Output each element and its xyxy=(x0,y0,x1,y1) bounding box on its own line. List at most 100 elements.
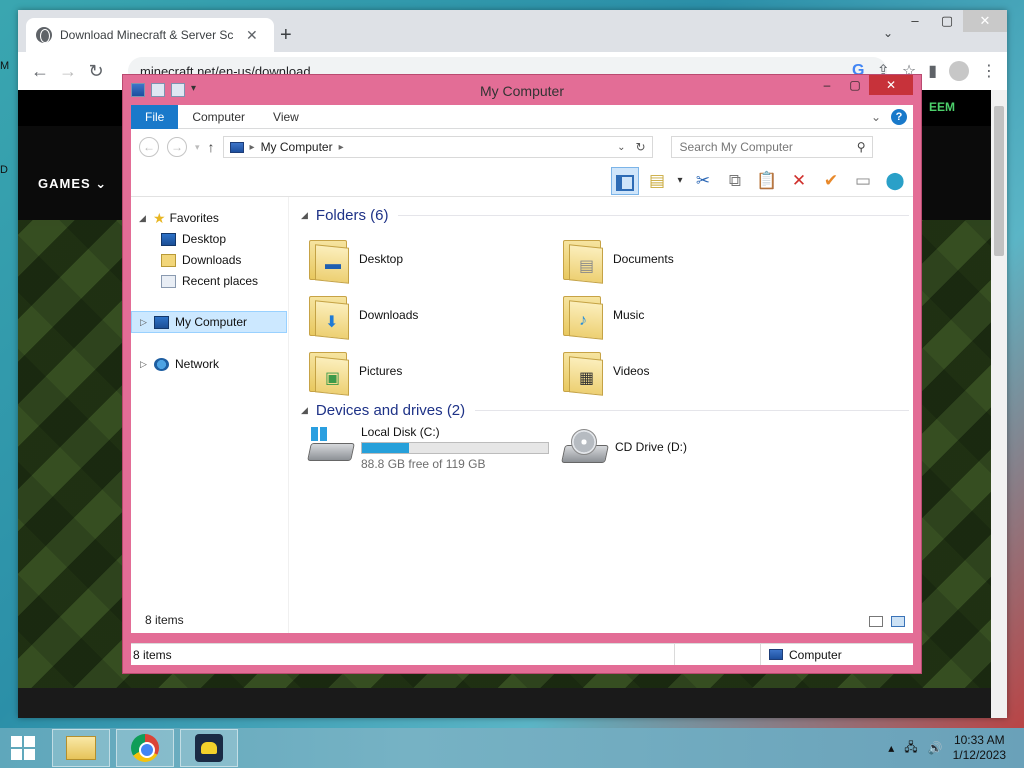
folders-header-label: Folders (6) xyxy=(315,207,389,224)
recent-places-icon xyxy=(161,274,176,288)
breadcrumb-my-computer[interactable]: My Computer xyxy=(261,140,333,154)
folder-videos[interactable]: ▦ Videos xyxy=(561,343,649,399)
computer-icon xyxy=(769,649,783,660)
details-view-icon[interactable] xyxy=(869,616,883,627)
clock[interactable]: 10:33 AM 1/12/2023 xyxy=(953,733,1006,763)
start-button[interactable] xyxy=(0,728,46,768)
taskbar-app[interactable] xyxy=(180,729,238,767)
drives-group-header[interactable]: ◢ Devices and drives (2) xyxy=(301,402,909,419)
folder-music[interactable]: ♪ Music xyxy=(561,287,644,343)
computer-icon xyxy=(154,315,169,329)
scrollbar-thumb[interactable] xyxy=(994,106,1004,256)
cut-button[interactable]: ✂ xyxy=(689,167,717,195)
nav-recent-label: Recent places xyxy=(182,274,259,288)
maximize-button[interactable]: ▢ xyxy=(931,10,963,32)
folder-downloads[interactable]: ⬇ Downloads xyxy=(307,287,418,343)
reload-button[interactable]: ↻ xyxy=(82,61,110,82)
drive-local-disk[interactable]: Local Disk (C:) 88.8 GB free of 119 GB xyxy=(307,425,549,471)
new-tab-button[interactable]: + xyxy=(280,24,292,47)
nav-downloads[interactable]: Downloads xyxy=(161,249,241,271)
tab-computer[interactable]: Computer xyxy=(178,105,259,129)
hard-drive-icon xyxy=(307,425,355,465)
network-globe-button[interactable]: ⬤ xyxy=(881,167,909,195)
nav-recent-places[interactable]: Recent places xyxy=(161,270,258,292)
explorer-content: ◢ ★ Favorites Desktop Downloads Recent p… xyxy=(131,197,913,633)
breadcrumb-chevron-icon[interactable]: ▸ xyxy=(339,142,344,153)
properties-dropdown-icon[interactable]: ▾ xyxy=(675,167,685,195)
volume-icon[interactable]: 🔊 xyxy=(928,741,943,755)
page-scrollbar[interactable] xyxy=(991,90,1007,718)
minimize-button[interactable]: – xyxy=(899,10,931,32)
folder-pictures[interactable]: ▣ Pictures xyxy=(307,343,402,399)
folder-desktop[interactable]: ▬ Desktop xyxy=(307,231,403,287)
desktop-edge-text: D xyxy=(0,164,8,176)
tab-file[interactable]: File xyxy=(131,104,179,129)
address-row: ← → ▾ ↑ ▸ My Computer ▸ ⌄ ↻ Search My Co… xyxy=(131,129,913,165)
side-panel-icon[interactable]: ▮ xyxy=(928,61,937,81)
explorer-window: ▾ My Computer – ▢ ✕ File Computer View ⌄… xyxy=(122,74,922,674)
redeem-link[interactable]: EEM xyxy=(929,100,955,114)
back-nav-button[interactable]: ← xyxy=(139,137,159,157)
expand-arrow-icon[interactable]: ▷ xyxy=(140,317,150,328)
address-box[interactable]: ▸ My Computer ▸ ⌄ ↻ xyxy=(222,136,653,158)
explorer-minimize-button[interactable]: – xyxy=(813,75,841,95)
refresh-icon[interactable]: ↻ xyxy=(635,140,645,154)
view-toggle xyxy=(869,616,905,627)
network-tray-icon[interactable]: 🖧 xyxy=(904,738,917,759)
address-dropdown-icon[interactable]: ⌄ xyxy=(617,142,625,153)
folder-icon: ⬇ xyxy=(307,292,349,340)
status-divider-cell xyxy=(675,644,761,665)
games-menu[interactable]: GAMES ⌄ xyxy=(38,176,107,192)
properties-button[interactable]: ▤ xyxy=(643,167,671,195)
menu-kebab-icon[interactable]: ⋮ xyxy=(981,61,997,81)
preview-pane-button[interactable] xyxy=(611,167,639,195)
tab-search-chevron-icon[interactable]: ⌄ xyxy=(883,26,893,40)
nav-favorites[interactable]: ◢ ★ Favorites xyxy=(139,207,219,229)
search-icon: ⚲ xyxy=(856,140,866,154)
tab-view[interactable]: View xyxy=(259,105,313,129)
explorer-window-controls: – ▢ ✕ xyxy=(813,75,913,95)
nav-desktop-label: Desktop xyxy=(182,232,227,246)
browser-window-controls: – ▢ ✕ xyxy=(899,10,1007,32)
drive-cd[interactable]: CD Drive (D:) xyxy=(561,425,687,469)
explorer-maximize-button[interactable]: ▢ xyxy=(841,75,869,95)
expand-ribbon-chevron-icon[interactable]: ⌄ xyxy=(871,110,881,124)
taskbar-explorer[interactable] xyxy=(52,729,110,767)
nav-network[interactable]: ▷ Network xyxy=(140,353,219,375)
tiles-view-icon[interactable] xyxy=(891,616,905,627)
tab-bar: Download Minecraft & Server Sc ✕ + ⌄ – ▢… xyxy=(18,10,1007,52)
details-button[interactable]: ▭ xyxy=(849,167,877,195)
breadcrumb-chevron-icon[interactable]: ▸ xyxy=(250,142,255,153)
search-box[interactable]: Search My Computer ⚲ xyxy=(670,136,873,158)
taskbar-chrome[interactable] xyxy=(116,729,174,767)
up-arrow-button[interactable]: ↑ xyxy=(208,139,215,155)
explorer-close-button[interactable]: ✕ xyxy=(869,75,913,95)
explorer-titlebar[interactable]: ▾ My Computer – ▢ ✕ xyxy=(123,75,921,105)
paste-button[interactable]: 📋 xyxy=(753,167,781,195)
back-button[interactable]: ← xyxy=(26,61,54,82)
nav-desktop[interactable]: Desktop xyxy=(161,228,226,250)
show-hidden-icons-icon[interactable]: ▴ xyxy=(888,741,894,755)
expand-arrow-icon[interactable]: ▷ xyxy=(140,359,150,370)
collapse-group-icon[interactable]: ◢ xyxy=(301,210,308,221)
recent-locations-chevron-icon[interactable]: ▾ xyxy=(195,142,200,153)
close-button[interactable]: ✕ xyxy=(963,10,1007,32)
forward-button[interactable]: → xyxy=(54,61,82,82)
profile-avatar[interactable] xyxy=(949,61,969,81)
copy-button[interactable]: ⧉ xyxy=(721,167,749,195)
collapse-arrow-icon[interactable]: ◢ xyxy=(139,213,149,224)
delete-button[interactable]: ✕ xyxy=(785,167,813,195)
cd-drive-icon xyxy=(561,427,609,467)
tab-title: Download Minecraft & Server Sc xyxy=(60,28,234,42)
help-icon[interactable]: ? xyxy=(891,108,907,125)
forward-nav-button[interactable]: → xyxy=(167,137,187,157)
collapse-group-icon[interactable]: ◢ xyxy=(301,405,308,416)
folder-documents[interactable]: ▤ Documents xyxy=(561,231,674,287)
status-item-count: 8 items xyxy=(133,647,172,662)
close-tab-icon[interactable]: ✕ xyxy=(246,27,258,44)
browser-tab[interactable]: Download Minecraft & Server Sc ✕ xyxy=(26,18,274,52)
folders-group-header[interactable]: ◢ Folders (6) xyxy=(301,207,909,224)
rename-check-button[interactable]: ✔ xyxy=(817,167,845,195)
nav-my-computer[interactable]: ▷ My Computer xyxy=(131,311,287,333)
folder-icon: ▤ xyxy=(561,236,603,284)
